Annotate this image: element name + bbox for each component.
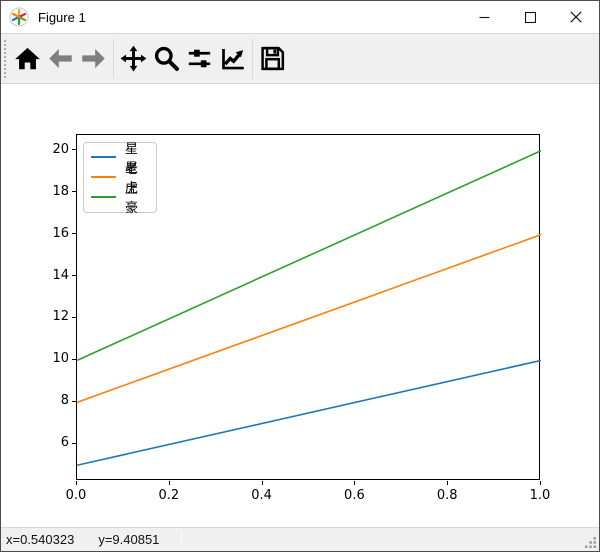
x-tick-mark xyxy=(354,481,356,485)
y-tick-label: 18 xyxy=(52,183,69,199)
y-tick-label: 14 xyxy=(52,267,69,283)
legend-label: 土豪 xyxy=(125,182,139,216)
pan-icon xyxy=(120,45,147,72)
close-icon xyxy=(570,11,582,23)
y-tick-mark xyxy=(72,358,76,360)
forward-arrow-icon xyxy=(82,48,105,69)
figure-canvas[interactable]: 6 8 10 12 14 16 18 20 0.0 0.2 0.4 0.6 0.8 1.0 星星 老虎 土豪 xyxy=(1,84,599,527)
toolbar-grip[interactable] xyxy=(4,39,11,78)
toolbar-separator xyxy=(252,38,253,79)
line-chart-icon xyxy=(222,48,244,70)
minimize-icon xyxy=(479,16,489,18)
cursor-x-readout: x=0.540323 xyxy=(6,532,75,547)
legend-line-sample xyxy=(91,175,116,179)
legend-line-sample xyxy=(91,155,116,159)
y-tick-mark xyxy=(72,191,76,193)
resize-grip-icon[interactable] xyxy=(584,536,597,549)
y-tick-mark xyxy=(72,316,76,318)
series-line-老虎 xyxy=(77,233,541,404)
y-tick-label: 10 xyxy=(52,351,69,367)
sliders-icon xyxy=(188,49,211,68)
y-tick-mark xyxy=(72,442,76,444)
save-floppy-icon xyxy=(261,46,285,71)
y-tick-label: 16 xyxy=(52,225,69,241)
close-button[interactable] xyxy=(553,1,599,33)
x-tick-mark xyxy=(447,481,449,485)
y-tick-mark xyxy=(72,275,76,277)
legend: 星星 老虎 土豪 xyxy=(83,142,157,216)
y-tick-mark xyxy=(72,400,76,402)
subplots-button[interactable] xyxy=(183,36,216,82)
x-tick-label: 0.4 xyxy=(251,488,272,503)
x-tick-mark xyxy=(540,481,541,485)
x-tick-label: 0.6 xyxy=(344,488,365,503)
home-icon xyxy=(15,47,40,70)
matplotlib-logo-icon xyxy=(9,7,29,27)
pan-button[interactable] xyxy=(117,36,150,82)
magnifier-icon xyxy=(154,46,179,71)
toolbar-separator xyxy=(113,38,114,79)
y-tick-label: 8 xyxy=(60,393,69,409)
save-button[interactable] xyxy=(256,36,289,82)
y-tick-label: 12 xyxy=(52,309,69,325)
maximize-icon xyxy=(524,11,536,23)
y-tick-mark xyxy=(72,149,76,151)
window-title: Figure 1 xyxy=(38,9,86,25)
title-bar[interactable]: Figure 1 xyxy=(1,1,599,33)
zoom-button[interactable] xyxy=(150,36,183,82)
x-tick-label: 0.8 xyxy=(436,488,458,503)
statusbar-field-separator xyxy=(181,531,182,548)
x-tick-label: 0.0 xyxy=(65,488,87,503)
customize-button[interactable] xyxy=(216,36,249,82)
x-tick-mark xyxy=(261,481,263,485)
home-button[interactable] xyxy=(11,36,44,82)
legend-entry: 土豪 xyxy=(91,182,149,216)
back-arrow-icon xyxy=(49,48,72,69)
status-bar: x=0.540323 y=9.40851 xyxy=(1,527,599,551)
x-tick-mark xyxy=(168,481,170,485)
back-button[interactable] xyxy=(44,36,77,82)
maximize-button[interactable] xyxy=(507,1,553,33)
y-tick-label: 20 xyxy=(52,141,69,157)
figure-window: Figure 1 6 8 10 12 14 16 18 20 0.0 0.2 0… xyxy=(0,0,600,552)
series-line-星星 xyxy=(77,359,541,467)
x-tick-mark xyxy=(76,481,77,485)
y-tick-mark xyxy=(72,233,76,235)
legend-line-sample xyxy=(91,195,116,199)
navigation-toolbar xyxy=(1,33,599,84)
y-tick-label: 6 xyxy=(60,435,69,451)
minimize-button[interactable] xyxy=(461,1,507,33)
cursor-y-readout: y=9.40851 xyxy=(98,532,160,547)
x-tick-label: 1.0 xyxy=(529,488,551,503)
x-tick-label: 0.2 xyxy=(158,488,180,503)
forward-button[interactable] xyxy=(77,36,110,82)
